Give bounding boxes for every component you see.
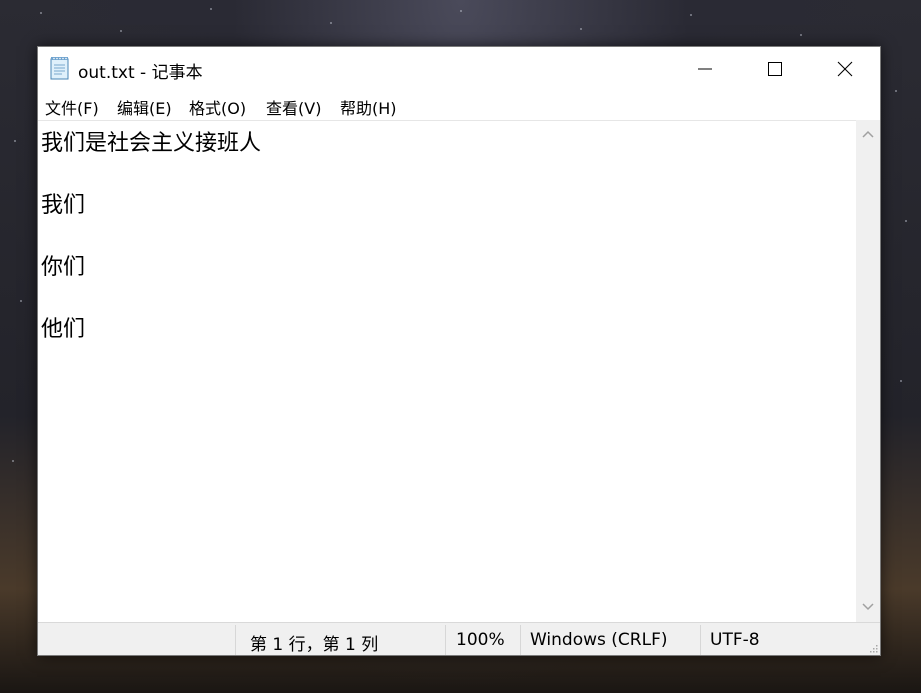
maximize-button[interactable] — [740, 47, 810, 91]
title-bar[interactable]: out.txt - 记事本 — [38, 47, 880, 91]
status-cursor-position: 第 1 行，第 1 列 — [250, 635, 379, 655]
status-separator — [445, 625, 446, 655]
menu-bar: 文件(F) 编辑(E) 格式(O) 查看(V) 帮助(H) — [38, 91, 880, 119]
minimize-icon — [698, 68, 712, 70]
close-button[interactable] — [810, 47, 880, 91]
maximize-icon — [768, 62, 782, 76]
minimize-button[interactable] — [670, 47, 740, 91]
menu-edit[interactable]: 编辑(E) — [117, 95, 172, 119]
resize-grip-icon[interactable] — [868, 643, 878, 653]
text-line: 我们是社会主义接班人 — [41, 131, 262, 156]
menu-file[interactable]: 文件(F) — [45, 95, 99, 119]
status-separator — [520, 625, 521, 655]
status-bar: 第 1 行，第 1 列 100% Windows (CRLF) UTF-8 — [38, 622, 880, 655]
status-separator — [700, 625, 701, 655]
scroll-down-icon[interactable] — [861, 602, 875, 612]
text-line: 我们 — [41, 193, 86, 218]
window-title: out.txt - 记事本 — [78, 63, 203, 83]
status-zoom: 100% — [456, 630, 505, 650]
menu-help[interactable]: 帮助(H) — [340, 95, 397, 119]
text-editor[interactable]: 我们是社会主义接班人 我们 你们 他们 — [38, 120, 856, 622]
notepad-icon — [49, 56, 71, 80]
status-separator — [235, 625, 236, 655]
menu-view[interactable]: 查看(V) — [266, 95, 321, 119]
scroll-up-icon[interactable] — [861, 129, 875, 139]
text-line: 他们 — [41, 317, 86, 342]
close-icon — [837, 61, 853, 77]
notepad-window: out.txt - 记事本 文件(F) 编辑(E) 格式(O) 查看(V) 帮助… — [37, 46, 881, 656]
status-line-ending: Windows (CRLF) — [530, 630, 668, 650]
text-line: 你们 — [41, 255, 86, 280]
status-encoding: UTF-8 — [710, 630, 760, 650]
vertical-scrollbar[interactable] — [856, 120, 880, 622]
menu-format[interactable]: 格式(O) — [189, 95, 246, 119]
